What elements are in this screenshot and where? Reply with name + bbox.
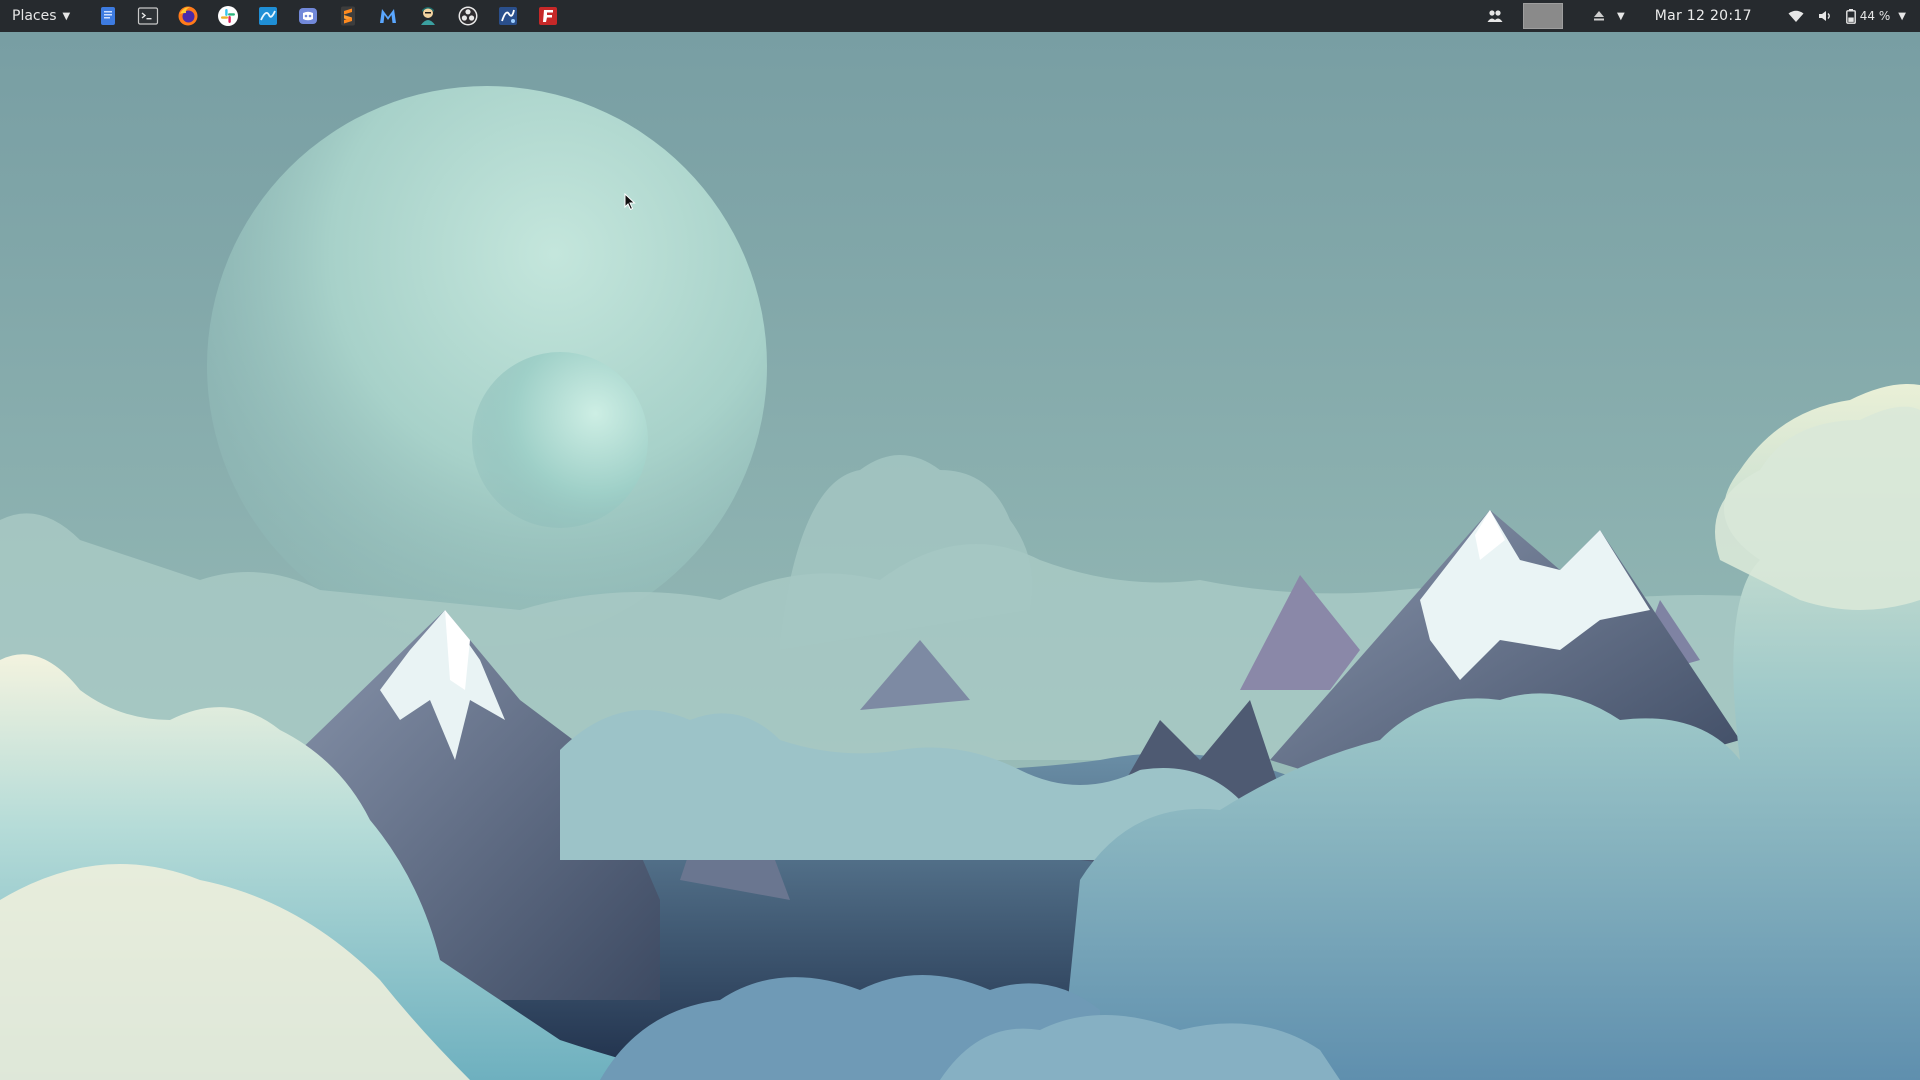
slack-icon	[218, 6, 239, 26]
launcher-wireshark[interactable]	[248, 0, 288, 32]
places-label: Places	[12, 8, 57, 24]
workspace-thumbnail[interactable]	[1523, 3, 1564, 29]
mouse-cursor-icon	[624, 193, 636, 211]
wireshark-icon	[259, 7, 278, 25]
discord-icon	[299, 8, 318, 24]
launcher-obs[interactable]	[448, 0, 488, 32]
battery-icon	[1845, 8, 1856, 24]
launcher-inkscape[interactable]	[488, 0, 528, 32]
launcher-sublime[interactable]	[328, 0, 368, 32]
wallpaper	[0, 32, 1920, 1080]
firefox-icon	[178, 6, 198, 26]
desktop[interactable]	[0, 32, 1920, 1080]
eject-icon	[1594, 11, 1605, 21]
people-icon	[1487, 10, 1503, 22]
obs-icon	[458, 6, 478, 26]
inkscape-icon	[499, 7, 518, 25]
launcher-bar	[88, 0, 568, 32]
battery-percentage: 44 %	[1859, 9, 1891, 23]
launcher-firefox[interactable]	[168, 0, 208, 32]
files-icon	[101, 7, 116, 25]
terminator-icon	[421, 7, 436, 25]
launcher-discord[interactable]	[288, 0, 328, 32]
clock-menu[interactable]: Mar 12 20:17	[1655, 0, 1752, 32]
system-tray: ▼ Mar 12 20:17 44 % ▼	[1487, 0, 1920, 32]
battery-status[interactable]: 44 % ▼	[1845, 0, 1906, 32]
sublime-icon	[341, 6, 356, 26]
places-menu[interactable]: Places ▼	[0, 0, 78, 32]
launcher-mendeley[interactable]	[368, 0, 408, 32]
launcher-filezilla[interactable]	[528, 0, 568, 32]
chevron-down-icon: ▼	[62, 10, 71, 22]
launcher-slack[interactable]	[208, 0, 248, 32]
wifi-status[interactable]	[1788, 0, 1804, 32]
launcher-files[interactable]	[88, 0, 128, 32]
launcher-terminator[interactable]	[408, 0, 448, 32]
eject-menu[interactable]: ▼	[1593, 0, 1625, 32]
wifi-icon	[1788, 10, 1804, 22]
chevron-down-icon: ▼	[1617, 10, 1625, 22]
launcher-terminal[interactable]	[128, 0, 168, 32]
volume-icon	[1818, 11, 1830, 21]
chevron-down-icon: ▼	[1898, 10, 1906, 22]
filezilla-icon	[539, 7, 558, 25]
tray-app-indicator[interactable]	[1487, 0, 1503, 32]
terminal-icon	[138, 7, 159, 25]
top-panel: Places ▼ ▼ Mar 12 20:17 44 % ▼	[0, 0, 1920, 32]
clock-label: Mar 12 20:17	[1654, 8, 1752, 24]
volume-status[interactable]	[1818, 0, 1832, 32]
mendeley-icon	[380, 9, 397, 23]
workspace-switcher[interactable]	[1523, 0, 1564, 32]
